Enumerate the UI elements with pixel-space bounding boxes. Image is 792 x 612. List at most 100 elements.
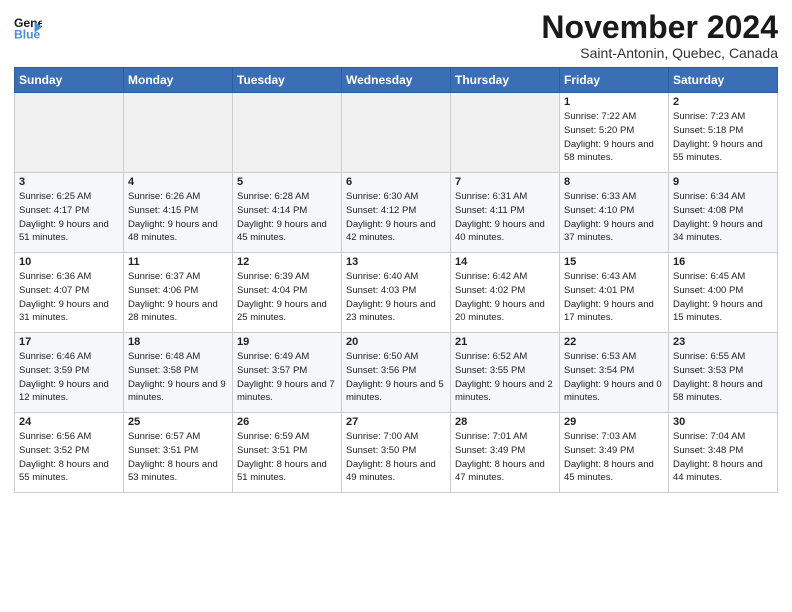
sunset: Sunset: 3:53 PM [673,365,743,376]
day-info: Sunrise: 7:23 AMSunset: 5:18 PMDaylight:… [673,110,773,165]
day-cell: 5 Sunrise: 6:28 AMSunset: 4:14 PMDaylight… [233,173,342,253]
day-cell [342,93,451,173]
daylight: Daylight: 9 hours and 9 minutes. [128,379,226,404]
sunset: Sunset: 3:48 PM [673,445,743,456]
sunset: Sunset: 4:06 PM [128,285,198,296]
day-cell: 8Sunrise: 6:33 AMSunset: 4:10 PMDaylight… [560,173,669,253]
week-row-5: 24 Sunrise: 6:56 AMSunset: 3:52 PMDayligh… [15,413,778,493]
day-info: Sunrise: 6:56 AMSunset: 3:52 PMDaylight:… [19,430,119,485]
daylight: Daylight: 8 hours and 45 minutes. [564,459,654,484]
sunset: Sunset: 5:18 PM [673,125,743,136]
day-number: 5 [237,176,337,188]
sunset: Sunset: 4:03 PM [346,285,416,296]
sunset: Sunset: 5:20 PM [564,125,634,136]
daylight: Daylight: 9 hours and 37 minutes. [564,219,654,244]
sunset: Sunset: 4:07 PM [19,285,89,296]
col-sunday: Sunday [15,68,124,93]
sunrise: Sunrise: 6:26 AM [128,191,200,202]
day-number: 26 [237,416,337,428]
sunrise: Sunrise: 6:53 AM [564,351,636,362]
day-number: 16 [673,256,773,268]
day-number: 21 [455,336,555,348]
day-cell: 28Sunrise: 7:01 AMSunset: 3:49 PMDayligh… [451,413,560,493]
day-number: 14 [455,256,555,268]
day-info: Sunrise: 6:26 AMSunset: 4:15 PMDaylight:… [128,190,228,245]
header: General Blue November 2024 Saint-Antonin… [14,10,778,61]
day-cell: 21 Sunrise: 6:52 AMSunset: 3:55 PMDayligh… [451,333,560,413]
col-friday: Friday [560,68,669,93]
sunrise: Sunrise: 6:55 AM [673,351,745,362]
day-cell: 20Sunrise: 6:50 AMSunset: 3:56 PMDayligh… [342,333,451,413]
page-container: General Blue November 2024 Saint-Antonin… [0,0,792,501]
col-wednesday: Wednesday [342,68,451,93]
sunrise: Sunrise: 6:46 AM [19,351,91,362]
sunrise: Sunrise: 7:00 AM [346,431,418,442]
daylight: Daylight: 9 hours and 0 minutes. [564,379,662,404]
day-number: 11 [128,256,228,268]
daylight: Daylight: 9 hours and 55 minutes. [673,139,763,164]
sunrise: Sunrise: 7:22 AM [564,111,636,122]
sunset: Sunset: 4:17 PM [19,205,89,216]
month-title: November 2024 [541,10,778,45]
day-cell: 22Sunrise: 6:53 AMSunset: 3:54 PMDayligh… [560,333,669,413]
day-info: Sunrise: 6:40 AMSunset: 4:03 PMDaylight:… [346,270,446,325]
day-info: Sunrise: 6:52 AMSunset: 3:55 PMDaylight:… [455,350,555,405]
day-info: Sunrise: 6:28 AMSunset: 4:14 PMDaylight:… [237,190,337,245]
day-info: Sunrise: 6:25 AMSunset: 4:17 PMDaylight:… [19,190,119,245]
sunrise: Sunrise: 6:31 AM [455,191,527,202]
day-cell [233,93,342,173]
sunset: Sunset: 4:08 PM [673,205,743,216]
sunrise: Sunrise: 6:52 AM [455,351,527,362]
daylight: Daylight: 9 hours and 23 minutes. [346,299,436,324]
daylight: Daylight: 9 hours and 12 minutes. [19,379,109,404]
sunset: Sunset: 3:51 PM [237,445,307,456]
day-cell [124,93,233,173]
daylight: Daylight: 9 hours and 25 minutes. [237,299,327,324]
day-info: Sunrise: 6:30 AMSunset: 4:12 PMDaylight:… [346,190,446,245]
daylight: Daylight: 9 hours and 42 minutes. [346,219,436,244]
daylight: Daylight: 8 hours and 51 minutes. [237,459,327,484]
day-info: Sunrise: 7:00 AMSunset: 3:50 PMDaylight:… [346,430,446,485]
logo-icon: General Blue [14,14,42,42]
day-number: 13 [346,256,446,268]
day-cell: 26Sunrise: 6:59 AMSunset: 3:51 PMDayligh… [233,413,342,493]
sunset: Sunset: 3:52 PM [19,445,89,456]
day-cell: 1Sunrise: 7:22 AMSunset: 5:20 PMDaylight… [560,93,669,173]
sunset: Sunset: 4:01 PM [564,285,634,296]
sunset: Sunset: 3:49 PM [564,445,634,456]
daylight: Daylight: 9 hours and 2 minutes. [455,379,553,404]
day-cell: 4Sunrise: 6:26 AMSunset: 4:15 PMDaylight… [124,173,233,253]
daylight: Daylight: 9 hours and 5 minutes. [346,379,444,404]
daylight: Daylight: 9 hours and 15 minutes. [673,299,763,324]
sunrise: Sunrise: 6:28 AM [237,191,309,202]
day-cell [15,93,124,173]
sunrise: Sunrise: 6:42 AM [455,271,527,282]
day-number: 24 [19,416,119,428]
week-row-4: 17Sunrise: 6:46 AMSunset: 3:59 PMDayligh… [15,333,778,413]
day-cell: 27Sunrise: 7:00 AMSunset: 3:50 PMDayligh… [342,413,451,493]
day-number: 18 [128,336,228,348]
col-monday: Monday [124,68,233,93]
day-info: Sunrise: 7:01 AMSunset: 3:49 PMDaylight:… [455,430,555,485]
daylight: Daylight: 9 hours and 51 minutes. [19,219,109,244]
sunset: Sunset: 3:54 PM [564,365,634,376]
sunset: Sunset: 4:12 PM [346,205,416,216]
day-cell: 25Sunrise: 6:57 AMSunset: 3:51 PMDayligh… [124,413,233,493]
daylight: Daylight: 9 hours and 45 minutes. [237,219,327,244]
day-cell: 7Sunrise: 6:31 AMSunset: 4:11 PMDaylight… [451,173,560,253]
day-number: 17 [19,336,119,348]
title-block: November 2024 Saint-Antonin, Quebec, Can… [541,10,778,61]
daylight: Daylight: 8 hours and 58 minutes. [673,379,763,404]
sunrise: Sunrise: 6:57 AM [128,431,200,442]
day-info: Sunrise: 6:49 AMSunset: 3:57 PMDaylight:… [237,350,337,405]
day-cell: 30Sunrise: 7:04 AMSunset: 3:48 PMDayligh… [669,413,778,493]
col-saturday: Saturday [669,68,778,93]
daylight: Daylight: 9 hours and 31 minutes. [19,299,109,324]
sunrise: Sunrise: 6:37 AM [128,271,200,282]
day-info: Sunrise: 6:55 AM Sunset: 3:53 PM Daylight:… [673,350,773,405]
day-info: Sunrise: 6:57 AMSunset: 3:51 PMDaylight:… [128,430,228,485]
day-cell: 19Sunrise: 6:49 AMSunset: 3:57 PMDayligh… [233,333,342,413]
sunset: Sunset: 4:11 PM [455,205,525,216]
daylight: Daylight: 9 hours and 17 minutes. [564,299,654,324]
day-cell: 11Sunrise: 6:37 AMSunset: 4:06 PMDayligh… [124,253,233,333]
